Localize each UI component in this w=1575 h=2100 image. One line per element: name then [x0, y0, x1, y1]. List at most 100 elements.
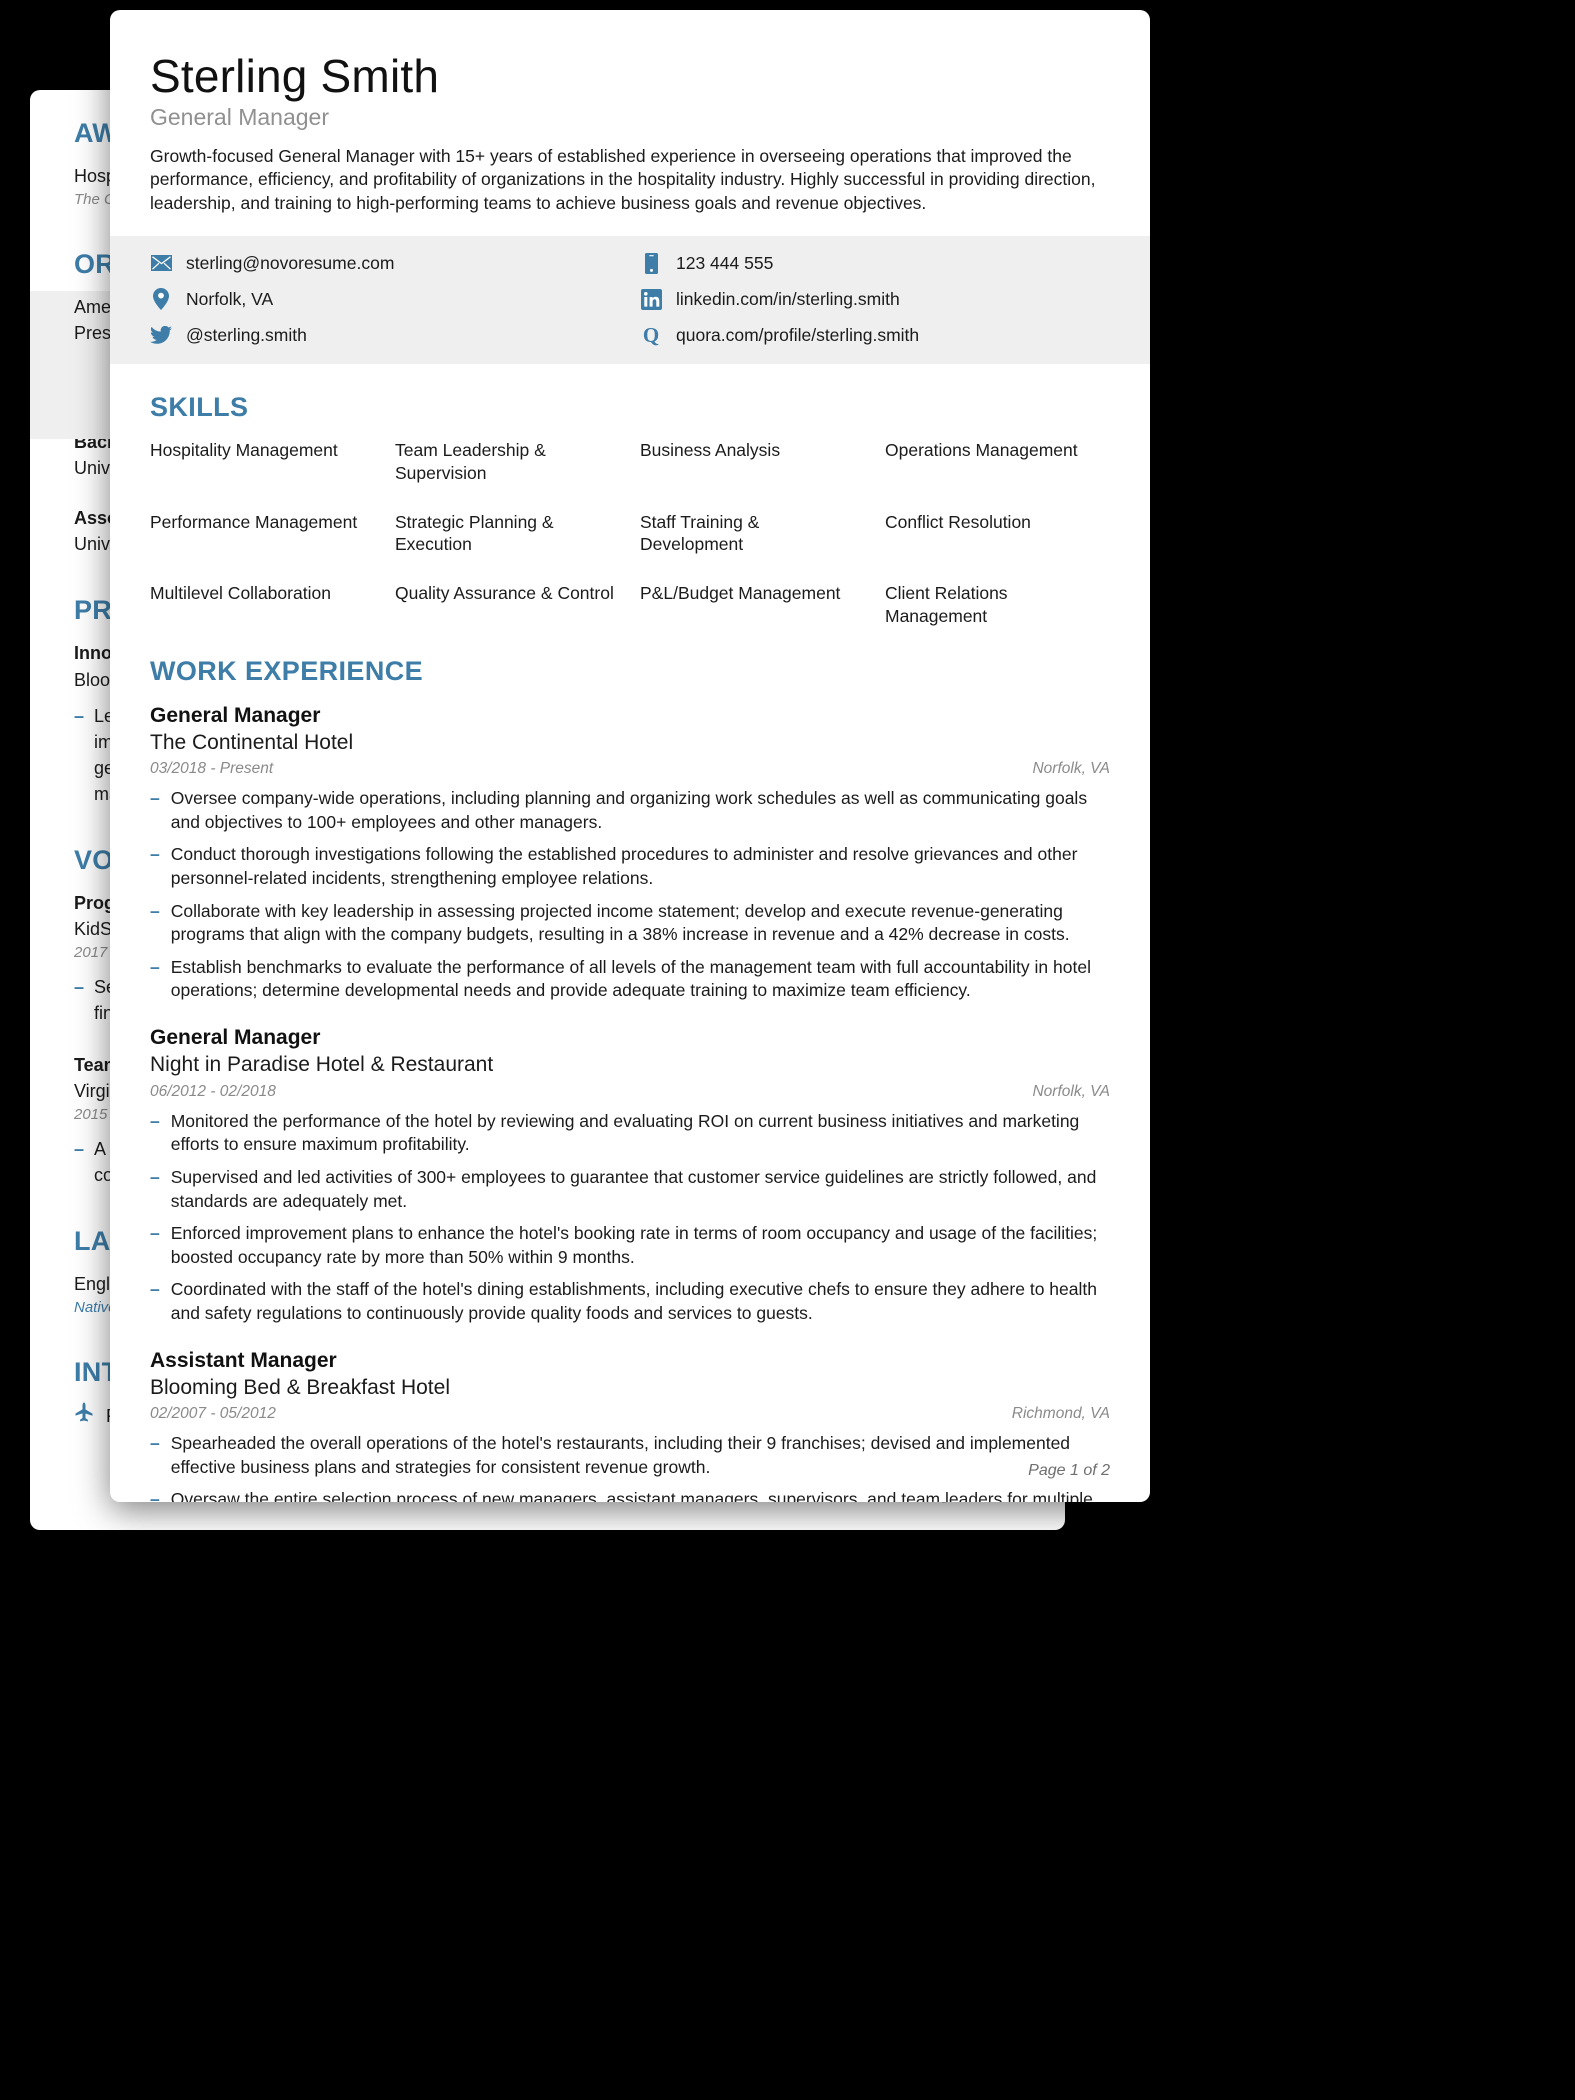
quora-icon: Q: [640, 324, 662, 346]
skill-item: P&L/Budget Management: [640, 583, 841, 604]
bullet-dash-icon: –: [150, 788, 160, 809]
bullet-dash-icon: –: [150, 1223, 160, 1244]
contact-email-value: sterling@novoresume.com: [186, 252, 395, 273]
bullet-dash-icon: –: [150, 1433, 160, 1454]
contact-quora-value: quora.com/profile/sterling.smith: [676, 324, 920, 345]
skill-item: Conflict Resolution: [885, 511, 1031, 532]
bullet-dash-icon: –: [74, 705, 85, 726]
contact-item-twitter[interactable]: @sterling.smith: [150, 324, 620, 346]
job-location: Richmond, VA: [1011, 1405, 1110, 1423]
contact-band: sterling@novoresume.com 123 444 555 Norf…: [110, 236, 1150, 365]
bullet-dash-icon: –: [74, 976, 85, 997]
job-subtitle: General Manager: [150, 103, 329, 130]
job-bullet: – Enforced improvement plans to enhance t…: [150, 1222, 1110, 1269]
skill-item: Business Analysis: [640, 440, 781, 461]
svg-text:Q: Q: [643, 324, 659, 346]
job-bullet: – Monitored the performance of the hotel …: [150, 1110, 1110, 1157]
page1-footer: Page 1 of 2: [1028, 1462, 1110, 1479]
bullet-dash-icon: –: [150, 844, 160, 865]
resume-page-1: Sterling Smith General Manager Growth-fo…: [110, 10, 1150, 1502]
job-bullet: – Oversee company-wide operations, includ…: [150, 787, 1110, 834]
job-dates: 06/2012 - 02/2018: [150, 1082, 276, 1100]
job-bullet: – Supervised and led activities of 300+ e…: [150, 1166, 1110, 1213]
job-company: Night in Paradise Hotel & Restaurant: [150, 1053, 494, 1077]
work-experience-entry: General Manager Night in Paradise Hotel …: [150, 1025, 1110, 1326]
job-bullet: – Collaborate with key leadership in asse…: [150, 900, 1110, 947]
bullet-dash-icon: –: [150, 1279, 160, 1300]
job-meta: 02/2007 - 05/2012 Richmond, VA: [150, 1405, 1110, 1423]
job-bullet: – Oversaw the entire selection process of…: [150, 1488, 1110, 1502]
job-bullet: – Spearheaded the overall operations of t…: [150, 1432, 1110, 1479]
skill-item: Multilevel Collaboration: [150, 583, 331, 604]
job-company: The Continental Hotel: [150, 730, 354, 754]
airplane-icon: [74, 1402, 94, 1430]
header-block: Sterling Smith General Manager Growth-fo…: [110, 50, 1150, 216]
twitter-icon: [150, 324, 172, 346]
job-bullet-text: Coordinated with the staff of the hotel'…: [170, 1279, 1097, 1324]
job-bullets: – Spearheaded the overall operations of t…: [150, 1432, 1110, 1502]
skill-item: Performance Management: [150, 511, 358, 532]
contact-item-phone[interactable]: 123 444 555: [640, 252, 1110, 274]
contact-item-email[interactable]: sterling@novoresume.com: [150, 252, 620, 274]
job-bullet-text: Establish benchmarks to evaluate the per…: [170, 956, 1091, 1001]
skill-item: Hospitality Management: [150, 440, 338, 461]
job-company: Blooming Bed & Breakfast Hotel: [150, 1375, 450, 1399]
page-title: Sterling Smith: [150, 50, 440, 102]
skills-grid: Hospitality Management Team Leadership &…: [150, 439, 1110, 628]
job-bullet-text: Collaborate with key leadership in asses…: [170, 900, 1070, 945]
contact-item-quora[interactable]: Q quora.com/profile/sterling.smith: [640, 324, 1110, 346]
job-bullet-text: Monitored the performance of the hotel b…: [170, 1110, 1080, 1155]
job-bullet-text: Enforced improvement plans to enhance th…: [170, 1223, 1098, 1267]
bullet-dash-icon: –: [150, 1166, 160, 1187]
skill-item: Operations Management: [885, 440, 1078, 461]
skills-section: SKILLS Hospitality Management Team Leade…: [110, 392, 1150, 628]
work-experience-heading: WORK EXPERIENCE: [150, 655, 424, 686]
job-meta: 06/2012 - 02/2018 Norfolk, VA: [150, 1083, 1110, 1101]
job-title: General Manager: [150, 1026, 321, 1050]
job-bullets: – Monitored the performance of the hotel …: [150, 1110, 1110, 1326]
job-dates: 03/2018 - Present: [150, 760, 274, 778]
bullet-dash-icon: –: [150, 956, 160, 977]
job-meta: 03/2018 - Present Norfolk, VA: [150, 760, 1110, 778]
job-bullet-text: Conduct thorough investigations followin…: [170, 844, 1078, 888]
skill-item: Staff Training & Development: [640, 511, 760, 555]
phone-icon: [640, 252, 662, 274]
bullet-dash-icon: –: [150, 900, 160, 921]
contact-linkedin-value: linkedin.com/in/sterling.smith: [676, 288, 900, 309]
work-experience-section: WORK EXPERIENCE General Manager The Cont…: [110, 656, 1150, 1502]
skill-item: Team Leadership & Supervision: [395, 440, 546, 483]
contact-grid: sterling@novoresume.com 123 444 555 Norf…: [150, 252, 1110, 346]
contact-location-value: Norfolk, VA: [186, 288, 274, 309]
job-title: Assistant Manager: [150, 1348, 337, 1372]
email-icon: [150, 252, 172, 274]
contact-twitter-value: @sterling.smith: [186, 324, 307, 345]
screenshot-stage: AWARDS Hospitality The Co ORGANIZATIONS …: [0, 0, 1575, 2100]
job-bullet: – Coordinated with the staff of the hotel…: [150, 1278, 1110, 1325]
bullet-dash-icon: –: [74, 1139, 85, 1160]
job-location: Norfolk, VA: [1032, 760, 1110, 778]
job-bullet: – Conduct thorough investigations followi…: [150, 843, 1110, 890]
bullet-dash-icon: –: [150, 1110, 160, 1131]
contact-item-linkedin[interactable]: linkedin.com/in/sterling.smith: [640, 288, 1110, 310]
profile-summary: Growth-focused General Manager with 15+ …: [150, 145, 1096, 214]
job-title: General Manager: [150, 703, 321, 727]
job-bullet-text: Oversaw the entire selection process of …: [170, 1489, 1093, 1502]
skills-heading: SKILLS: [150, 392, 249, 423]
bullet-dash-icon: –: [150, 1489, 160, 1502]
job-bullet-text: Spearheaded the overall operations of th…: [170, 1433, 1071, 1477]
job-bullet: – Establish benchmarks to evaluate the pe…: [150, 956, 1110, 1003]
contact-phone-value: 123 444 555: [676, 252, 774, 273]
work-experience-entry: Assistant Manager Blooming Bed & Breakfa…: [150, 1348, 1110, 1502]
location-icon: [150, 288, 172, 311]
job-bullet-text: Supervised and led activities of 300+ em…: [170, 1166, 1097, 1211]
linkedin-icon: [640, 288, 662, 310]
job-bullets: – Oversee company-wide operations, includ…: [150, 787, 1110, 1003]
job-bullet-text: Oversee company-wide operations, includi…: [170, 788, 1088, 832]
skill-item: Client Relations Management: [885, 583, 1008, 626]
skill-item: Quality Assurance & Control: [395, 583, 614, 604]
skill-item: Strategic Planning & Execution: [395, 511, 554, 555]
contact-item-location[interactable]: Norfolk, VA: [150, 288, 620, 311]
job-dates: 02/2007 - 05/2012: [150, 1405, 276, 1423]
job-location: Norfolk, VA: [1032, 1082, 1110, 1100]
work-experience-entry: General Manager The Continental Hotel 03…: [150, 703, 1110, 1004]
